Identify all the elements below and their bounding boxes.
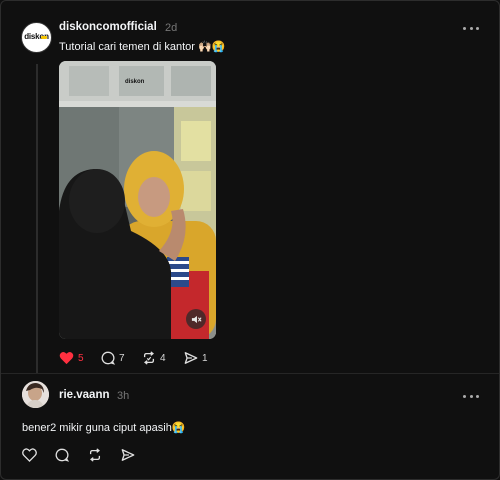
comment-icon (55, 448, 69, 462)
reply-text: bener2 mikir guna ciput apasih😭 (22, 422, 186, 434)
heart-icon (22, 448, 37, 462)
comment-icon (101, 351, 115, 365)
reply-repost-button[interactable] (88, 448, 102, 462)
reply-more-icon[interactable] (463, 394, 479, 398)
heart-icon (59, 351, 74, 365)
post-username[interactable]: diskoncomofficial (59, 21, 157, 33)
like-button[interactable]: 5 (59, 351, 84, 365)
share-count: 1 (202, 352, 208, 364)
reply-username[interactable]: rie.vaann (59, 389, 110, 401)
reply-like-button[interactable] (22, 448, 37, 462)
share-icon (184, 351, 198, 365)
thread-connector-line (36, 64, 38, 373)
comment-count: 7 (119, 352, 125, 364)
mute-icon[interactable] (186, 309, 206, 329)
reply-timestamp[interactable]: 3h (117, 390, 129, 402)
reply-share-button[interactable] (121, 448, 135, 462)
like-count: 5 (78, 352, 84, 364)
comment-button[interactable]: 7 (101, 351, 125, 365)
post-timestamp[interactable]: 2d (165, 22, 177, 34)
video-frame-illustration (59, 61, 216, 339)
divider (1, 373, 499, 374)
video-watermark: diskon (125, 79, 145, 85)
share-icon (121, 448, 135, 462)
repost-count: 4 (160, 352, 166, 364)
post-author-avatar[interactable]: diskon (21, 22, 52, 53)
thread-card: diskon diskoncomofficial 2d Tutorial car… (0, 0, 500, 480)
post-caption: Tutorial cari temen di kantor 🙌🏻😭 (59, 41, 226, 53)
reply-avatar-photo (22, 381, 49, 408)
repost-icon (88, 448, 102, 462)
repost-button[interactable]: 4 (142, 351, 166, 365)
post-video[interactable]: diskon (59, 61, 216, 339)
share-button[interactable]: 1 (184, 351, 208, 365)
repost-icon (142, 351, 156, 365)
reply-author-avatar[interactable] (22, 381, 49, 408)
post-more-icon[interactable] (463, 26, 479, 30)
reply-comment-button[interactable] (55, 448, 69, 462)
avatar-logo-accent (41, 36, 47, 39)
